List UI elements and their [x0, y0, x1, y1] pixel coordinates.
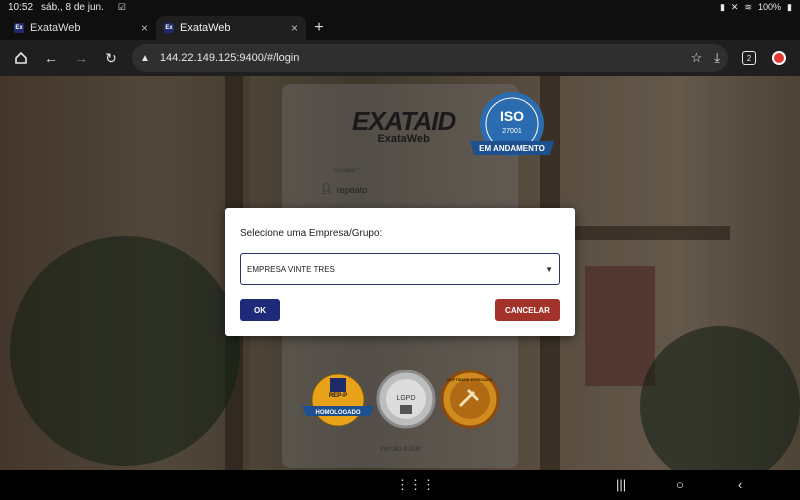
exata-favicon-icon: Ex — [164, 23, 174, 33]
dropdown-caret-icon[interactable]: ▼ — [545, 265, 553, 274]
menu-button[interactable] — [764, 43, 794, 73]
tab-exataweb-2[interactable]: Ex ExataWeb × — [156, 16, 306, 40]
bookmark-star-icon[interactable]: ☆ — [691, 50, 703, 66]
battery-percent: 100% — [758, 2, 782, 12]
tab-title: ExataWeb — [30, 22, 81, 34]
tab-exataweb-1[interactable]: Ex ExataWeb × — [6, 16, 156, 40]
company-select[interactable]: EMPRESA VINTE TRES ▼ — [240, 253, 560, 285]
battery-saver-icon: ▮ — [719, 1, 725, 12]
close-tab-icon[interactable]: × — [291, 21, 298, 35]
home-icon[interactable] — [6, 43, 36, 73]
certification-badges: REP-P HOMOLOGADO LGPD SOFTWARE PERICIADO — [302, 370, 500, 429]
wifi-icon: ≋ — [744, 1, 753, 12]
close-tab-icon[interactable]: × — [141, 21, 148, 35]
notification-icon: ☑ — [117, 1, 126, 12]
badge-periciado-label: SOFTWARE PERICIADO — [447, 377, 493, 382]
iso-number: 27001 — [502, 128, 522, 135]
cancel-button[interactable]: CANCELAR — [495, 299, 560, 321]
user-icon: 👤︎ — [320, 184, 333, 195]
rep-p-homologado-badge-icon: REP-P HOMOLOGADO — [302, 373, 374, 427]
ok-button[interactable]: OK — [240, 299, 280, 321]
system-nav-bar: ⋮⋮⋮ ||| ○ ‹ — [0, 470, 800, 500]
company-select-dialog: Selecione uma Empresa/Grupo: EMPRESA VIN… — [225, 208, 575, 336]
username-field[interactable]: 👤︎ repeato — [320, 184, 367, 195]
tab-count: 2 — [742, 51, 756, 65]
browser-toolbar: ← → ↻ ▲ 144.22.149.125:9400/#/login ☆ ⤓ … — [0, 40, 800, 76]
tab-title: ExataWeb — [180, 22, 231, 34]
username-label: Usuario * — [334, 168, 359, 174]
screen: { "status": { "time": "10:52", "date": "… — [0, 0, 800, 500]
dialog-title: Selecione uma Empresa/Grupo: — [240, 228, 383, 239]
forward-icon[interactable]: → — [66, 43, 96, 73]
new-tab-button[interactable]: + — [306, 16, 332, 40]
recents-icon[interactable]: ||| — [616, 477, 626, 492]
mute-icon: ✕ — [730, 1, 739, 12]
badge-rep-label: REP-P — [329, 393, 347, 399]
reload-icon[interactable]: ↻ — [96, 43, 126, 73]
exata-favicon-icon: Ex — [14, 23, 24, 33]
status-date: sáb., 8 de jun. — [41, 1, 104, 13]
not-secure-icon[interactable]: ▲ — [140, 53, 150, 64]
download-icon[interactable]: ⤓ — [714, 50, 720, 66]
iso-banner: EM ANDAMENTO — [479, 144, 545, 153]
home-nav-icon[interactable]: ○ — [676, 477, 684, 492]
address-bar[interactable]: ▲ 144.22.149.125:9400/#/login ☆ ⤓ — [132, 44, 728, 72]
company-select-value[interactable]: EMPRESA VINTE TRES — [247, 265, 545, 274]
back-icon[interactable]: ← — [36, 43, 66, 73]
back-nav-icon[interactable]: ‹ — [738, 477, 742, 492]
battery-icon: ▮ — [787, 1, 792, 12]
username-value[interactable]: repeato — [337, 185, 368, 195]
badge-lgpd-label: LGPD — [396, 395, 415, 402]
exata-logo: EXATAID ExataWeb — [352, 106, 456, 145]
status-time: 10:52 — [8, 1, 34, 13]
profile-icon — [772, 51, 786, 65]
version-text: Versão 8.000 — [379, 446, 421, 453]
app-drawer-icon[interactable]: ⋮⋮⋮ — [396, 477, 435, 493]
badge-homologado-label: HOMOLOGADO — [316, 410, 361, 416]
iso-text: ISO — [500, 108, 524, 124]
iso-27001-seal-icon: ISO 27001 EM ANDAMENTO — [470, 92, 554, 156]
tab-switcher-button[interactable]: 2 — [734, 43, 764, 73]
url-text[interactable]: 144.22.149.125:9400/#/login — [160, 52, 679, 64]
status-bar: 10:52 sáb., 8 de jun. ☑ ▮ ✕ ≋ 100% ▮ — [0, 0, 800, 14]
lgpd-badge-icon: LGPD — [376, 370, 436, 429]
tab-strip: Ex ExataWeb × Ex ExataWeb × + — [0, 14, 800, 40]
software-periciado-badge-icon: SOFTWARE PERICIADO — [440, 370, 500, 429]
